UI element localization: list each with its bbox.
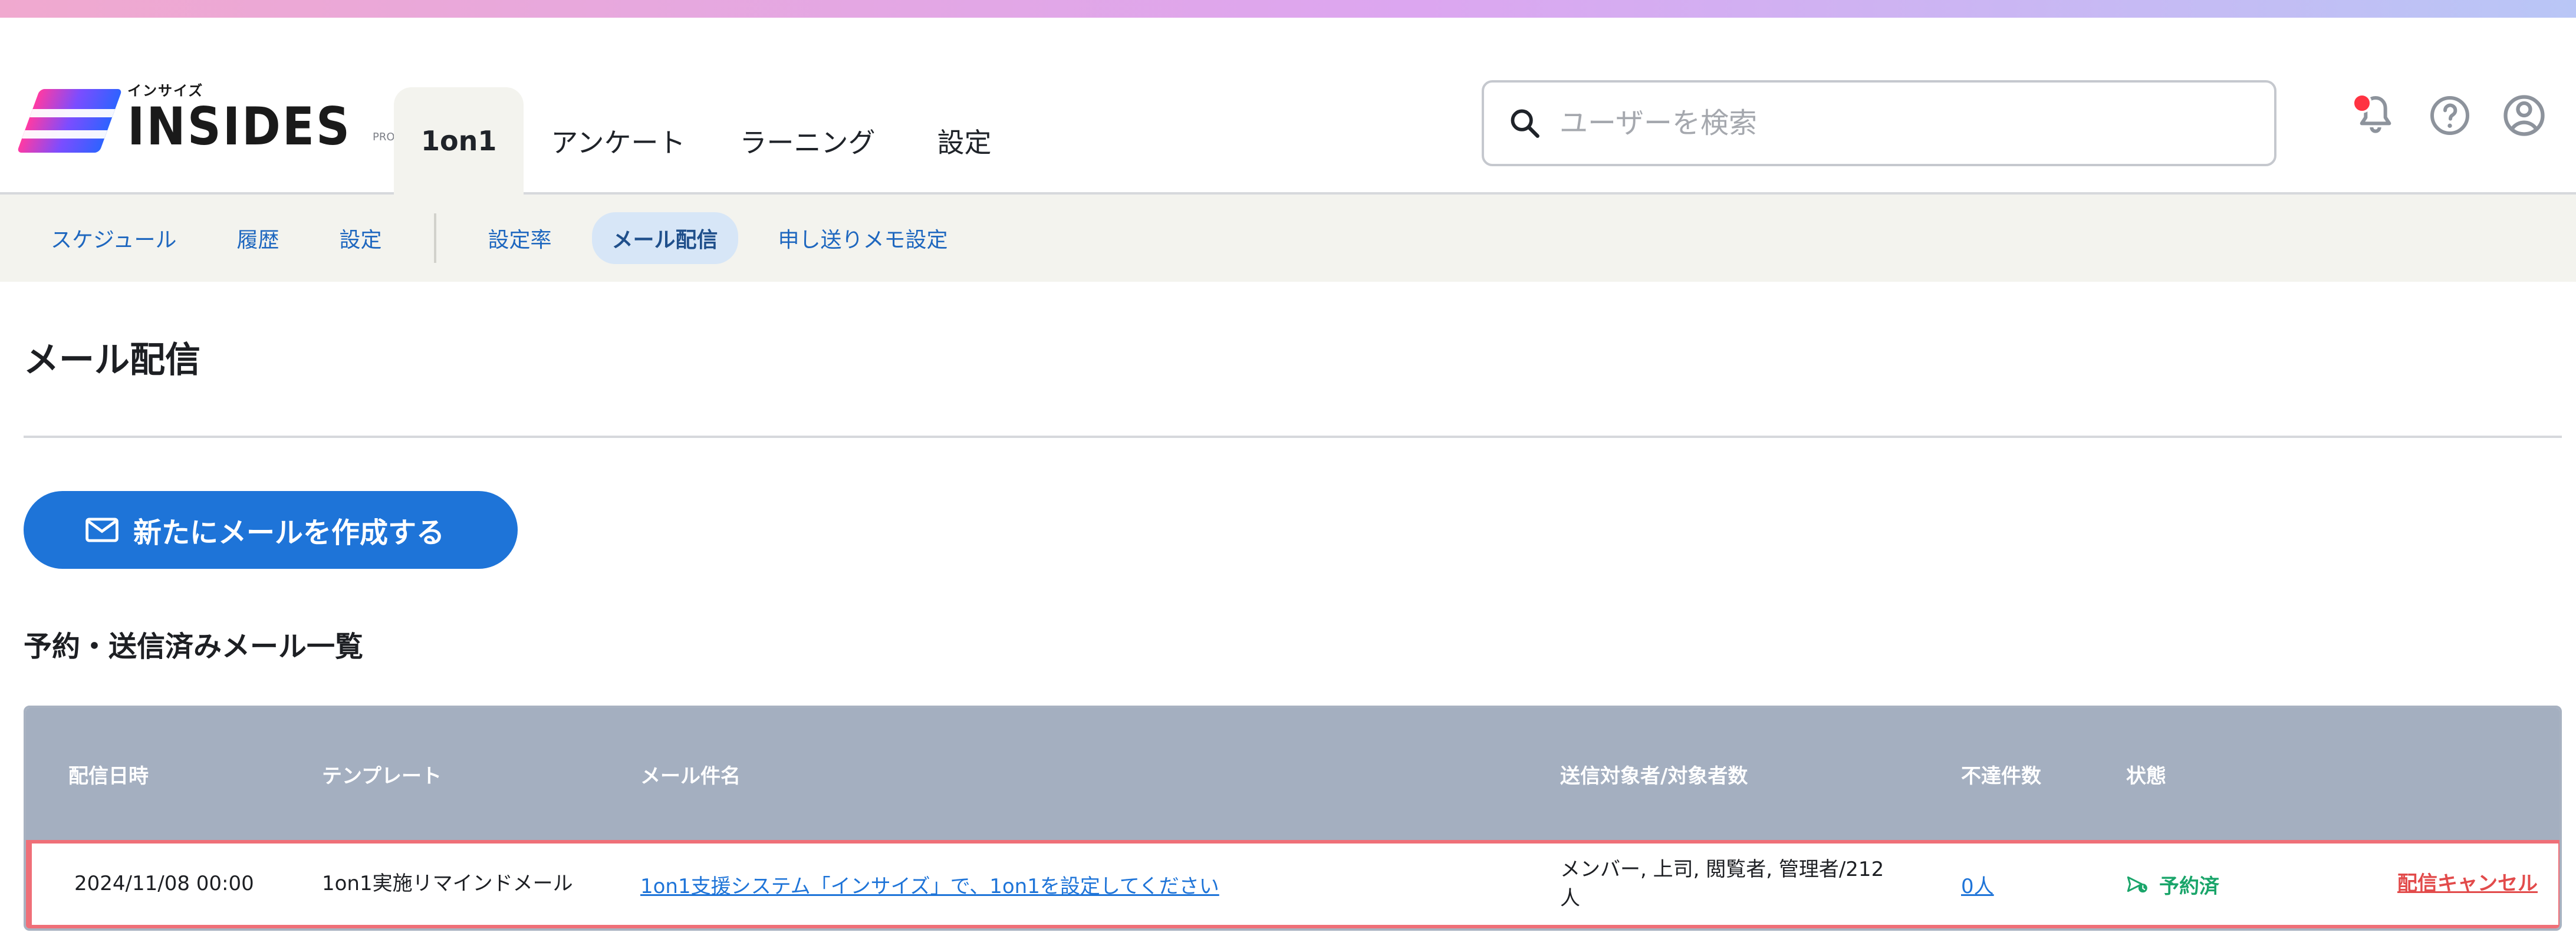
create-mail-button-label: 新たにメールを作成する	[133, 516, 445, 549]
table-row: 2024/11/08 00:00 1on1実施リマインドメール 1on1支援シス…	[26, 840, 2559, 928]
header-template: テンプレート	[279, 708, 598, 840]
help-icon	[2430, 96, 2469, 135]
subnav-setting-rate[interactable]: 設定率	[468, 212, 572, 264]
mail-icon	[85, 518, 119, 542]
cancel-delivery-link[interactable]: 配信キャンセル	[2397, 871, 2538, 898]
subnav: スケジュール 履歴 設定 設定率 メール配信 申し送りメモ設定	[0, 195, 2576, 282]
tab-learning[interactable]: ラーニング	[713, 87, 903, 195]
subnav-history[interactable]: 履歴	[216, 212, 299, 264]
cell-targets: メンバー, 上司, 閲覧者, 管理者/212人	[1518, 840, 1919, 928]
main-content: メール配信 新たにメールを作成する 予約・送信済みメール一覧 配信日時 テンプレ…	[0, 331, 2576, 931]
search-input[interactable]	[1558, 106, 2251, 140]
subnav-handover-memo-settings[interactable]: 申し送りメモ設定	[758, 212, 968, 264]
user-search	[1482, 80, 2276, 166]
subnav-divider	[433, 213, 436, 263]
subnav-schedule[interactable]: スケジュール	[31, 212, 196, 264]
mail-table-container: 配信日時 テンプレート メール件名 送信対象者/対象者数 不達件数 状態 202…	[24, 706, 2562, 931]
tab-survey[interactable]: アンケート	[524, 87, 712, 195]
help-button[interactable]	[2424, 90, 2476, 141]
search-icon	[1511, 109, 1539, 138]
tab-learning-label: ラーニング	[739, 127, 876, 159]
mail-list-title: 予約・送信済みメール一覧	[24, 630, 364, 663]
table-body: 2024/11/08 00:00 1on1実施リマインドメール 1on1支援シス…	[26, 840, 2559, 928]
table-header-row: 配信日時 テンプレート メール件名 送信対象者/対象者数 不達件数 状態	[26, 708, 2559, 840]
unreachable-link[interactable]: 0人	[1961, 875, 1994, 898]
cell-datetime: 2024/11/08 00:00	[26, 840, 279, 928]
account-button[interactable]	[2498, 90, 2550, 141]
header-icons	[2350, 90, 2550, 141]
create-mail-button[interactable]: 新たにメールを作成する	[24, 491, 518, 569]
notification-dot	[2352, 93, 2372, 113]
brand-text: インサイズ INSIDES	[127, 79, 351, 153]
header-targets: 送信対象者/対象者数	[1518, 708, 1919, 840]
header-subject: メール件名	[598, 708, 1518, 840]
title-divider	[24, 436, 2562, 438]
main-tabs: 1on1 アンケート ラーニング 設定	[394, 87, 1027, 195]
brand-logo-icon	[17, 89, 123, 153]
header-action	[2355, 708, 2559, 840]
header-status: 状態	[2084, 708, 2355, 840]
app-header: インサイズ INSIDES PRODUCED BY Ameba 1on1 アンケ…	[0, 18, 2576, 195]
header-unreachable: 不達件数	[1919, 708, 2084, 840]
brand-name: INSIDES	[127, 96, 352, 157]
header-datetime: 配信日時	[26, 708, 279, 840]
subject-link[interactable]: 1on1支援システム「インサイズ」で、1on1を設定してください	[640, 875, 1219, 898]
user-avatar-icon	[2503, 95, 2545, 136]
tab-settings[interactable]: 設定	[903, 87, 1027, 195]
status-label: 予約済	[2159, 874, 2219, 898]
subnav-mail-delivery[interactable]: メール配信	[591, 212, 738, 264]
top-gradient-bar	[0, 0, 2576, 18]
table-head: 配信日時 テンプレート メール件名 送信対象者/対象者数 不達件数 状態	[26, 708, 2559, 840]
cell-template: 1on1実施リマインドメール	[279, 840, 598, 928]
notification-button[interactable]	[2350, 90, 2401, 141]
tab-1on1-label: 1on1	[421, 125, 497, 157]
cell-action: 配信キャンセル	[2355, 840, 2559, 928]
tab-settings-label: 設定	[937, 127, 992, 159]
mail-table: 配信日時 テンプレート メール件名 送信対象者/対象者数 不達件数 状態 202…	[26, 708, 2559, 928]
cell-status: 予約済	[2084, 840, 2355, 928]
subnav-settings[interactable]: 設定	[320, 212, 402, 264]
cell-subject: 1on1支援システム「インサイズ」で、1on1を設定してください	[598, 840, 1518, 928]
cell-unreachable: 0人	[1919, 840, 2084, 928]
scheduled-send-icon	[2127, 876, 2147, 893]
page-title: メール配信	[24, 340, 200, 381]
tab-survey-label: アンケート	[551, 127, 686, 159]
tab-1on1[interactable]: 1on1	[394, 87, 524, 195]
status-scheduled: 予約済	[2126, 870, 2340, 899]
